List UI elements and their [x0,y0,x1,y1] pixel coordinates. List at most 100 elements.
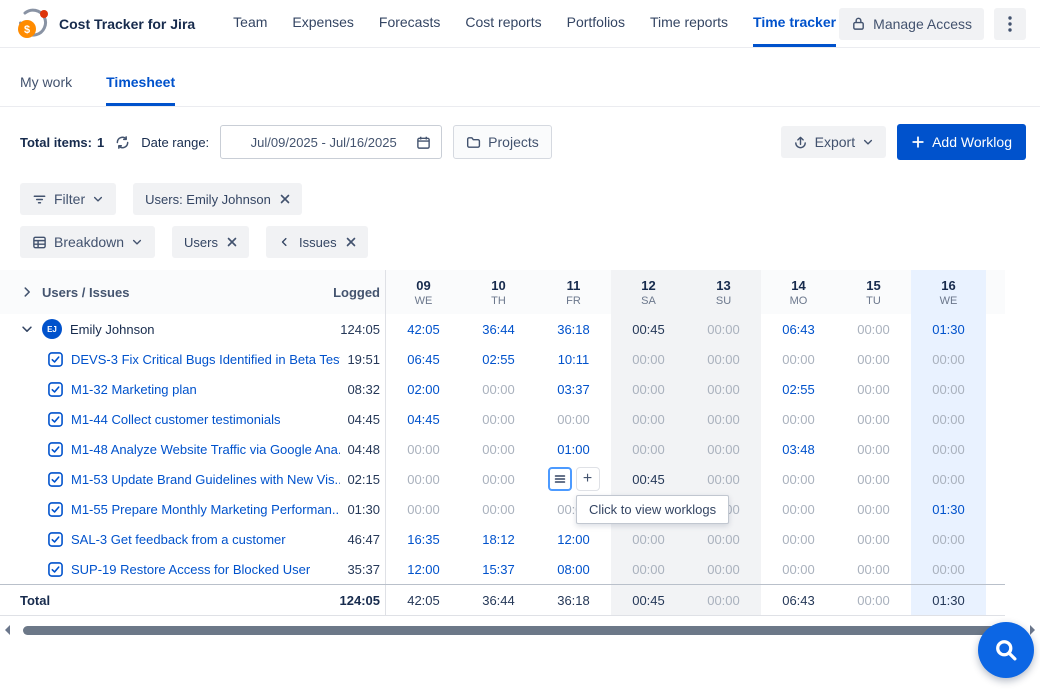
chevron-left-icon[interactable] [278,236,290,248]
day-cell[interactable]: 36:44 [461,585,536,615]
day-cell[interactable]: 00:00 [461,464,536,494]
day-cell[interactable]: 00:00 [836,434,911,464]
day-cell[interactable]: 10:11 [536,344,611,374]
day-cell[interactable]: 00:00 [761,404,836,434]
day-cell[interactable]: 42:05 [386,585,461,615]
day-cell[interactable]: 00:00 [461,434,536,464]
day-cell[interactable]: 01:30 [911,494,986,524]
day-cell[interactable]: 00:00 [611,374,686,404]
day-cell[interactable]: 36:18 [536,314,611,344]
day-cell[interactable]: 00:00 [761,524,836,554]
add-worklog-cell-button[interactable]: + [576,467,600,491]
view-worklogs-button[interactable] [548,467,572,491]
day-cell[interactable]: 00:00 [611,434,686,464]
day-cell[interactable]: 00:45 [611,464,686,494]
issue-link[interactable]: SAL-3 Get feedback from a customer [71,532,286,547]
day-cell[interactable]: 00:00 [686,374,761,404]
day-cell[interactable]: 00:00 [836,344,911,374]
day-cell[interactable]: 00:00 [611,404,686,434]
day-cell[interactable]: 00:00 [686,344,761,374]
day-cell-hovered[interactable]: +Click to view worklogs [536,464,611,494]
day-cell[interactable]: 00:00 [686,554,761,584]
projects-button[interactable]: Projects [453,125,552,159]
nav-portfolios[interactable]: Portfolios [567,0,625,47]
day-cell[interactable]: 01:30 [911,314,986,344]
breakdown-chip-issues[interactable]: Issues [266,226,368,258]
filter-button[interactable]: Filter [20,183,116,215]
day-cell[interactable]: 00:00 [611,524,686,554]
issue-link[interactable]: M1-32 Marketing plan [71,382,197,397]
day-cell[interactable]: 08:00 [536,554,611,584]
breakdown-button[interactable]: Breakdown [20,226,155,258]
day-cell[interactable]: 00:00 [836,374,911,404]
day-cell[interactable]: 00:00 [911,404,986,434]
day-cell[interactable]: 00:00 [836,314,911,344]
day-cell[interactable]: 01:00 [536,434,611,464]
day-cell[interactable]: 00:00 [836,404,911,434]
day-cell[interactable]: 00:00 [836,585,911,615]
calendar-icon[interactable] [416,135,431,150]
day-cell[interactable]: 00:00 [911,464,986,494]
day-cell[interactable]: 00:00 [536,404,611,434]
day-cell[interactable]: 01:30 [911,585,986,615]
tab-timesheet[interactable]: Timesheet [106,74,175,106]
collapse-icon[interactable] [20,322,34,336]
nav-expenses[interactable]: Expenses [292,0,353,47]
day-cell[interactable]: 00:00 [761,344,836,374]
day-cell[interactable]: 18:12 [461,524,536,554]
day-cell[interactable]: 06:45 [386,344,461,374]
close-icon[interactable] [280,194,290,204]
day-cell[interactable]: 12:00 [536,524,611,554]
close-icon[interactable] [346,237,356,247]
day-cell[interactable]: 00:00 [386,464,461,494]
nav-cost-reports[interactable]: Cost reports [465,0,541,47]
issue-link[interactable]: DEVS-3 Fix Critical Bugs Identified in B… [71,352,340,367]
day-cell[interactable]: 16:35 [386,524,461,554]
nav-team[interactable]: Team [233,0,267,47]
scroll-right-arrow[interactable] [1030,625,1035,635]
day-cell[interactable]: 00:45 [611,314,686,344]
day-cell[interactable]: 04:45 [386,404,461,434]
expand-all-icon[interactable] [20,285,34,299]
scrollbar-thumb[interactable] [23,626,1007,635]
day-cell[interactable]: 36:18 [536,585,611,615]
day-cell[interactable]: 00:00 [611,554,686,584]
close-icon[interactable] [227,237,237,247]
day-cell[interactable]: 00:00 [461,494,536,524]
search-fab-button[interactable] [978,622,1034,678]
day-cell[interactable]: 00:00 [836,524,911,554]
scroll-left-arrow[interactable] [5,625,10,635]
day-cell[interactable]: 00:00 [761,554,836,584]
day-cell[interactable]: 12:00 [386,554,461,584]
day-cell[interactable]: 03:37 [536,374,611,404]
day-cell[interactable]: 36:44 [461,314,536,344]
day-cell[interactable]: 15:37 [461,554,536,584]
filter-chip-users[interactable]: Users: Emily Johnson [133,183,302,215]
add-worklog-button[interactable]: Add Worklog [897,124,1026,160]
issue-link[interactable]: SUP-19 Restore Access for Blocked User [71,562,310,577]
day-cell[interactable]: 00:00 [686,585,761,615]
day-cell[interactable]: 03:48 [761,434,836,464]
export-button[interactable]: Export [781,126,886,158]
day-cell[interactable]: 00:00 [911,434,986,464]
day-cell[interactable]: 00:00 [911,374,986,404]
scrollbar-track[interactable] [15,626,1025,635]
nav-time-tracker[interactable]: Time tracker [753,0,836,47]
day-cell[interactable]: 00:00 [836,464,911,494]
day-cell[interactable]: 02:55 [461,344,536,374]
day-cell[interactable]: 00:00 [461,374,536,404]
more-menu-button[interactable] [994,8,1026,40]
date-range-input[interactable]: Jul/09/2025 - Jul/16/2025 [220,125,442,159]
nav-time-reports[interactable]: Time reports [650,0,728,47]
day-cell[interactable]: 00:00 [761,464,836,494]
issue-link[interactable]: M1-48 Analyze Website Traffic via Google… [71,442,340,457]
day-cell[interactable]: 00:00 [911,524,986,554]
day-cell[interactable]: 00:00 [386,494,461,524]
manage-access-button[interactable]: Manage Access [839,8,984,40]
day-cell[interactable]: 00:00 [686,404,761,434]
day-cell[interactable]: 00:00 [836,494,911,524]
refresh-icon[interactable] [115,135,130,150]
day-cell[interactable]: 00:00 [611,344,686,374]
issue-link[interactable]: M1-44 Collect customer testimonials [71,412,281,427]
day-cell[interactable]: 42:05 [386,314,461,344]
